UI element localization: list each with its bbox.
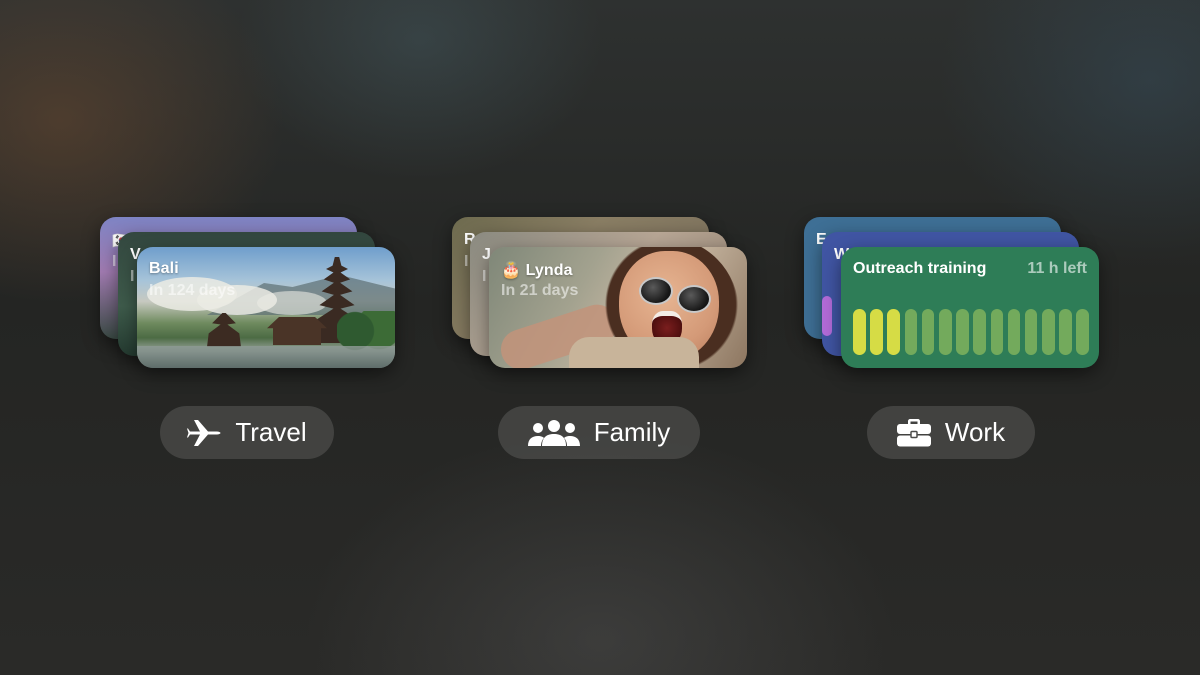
work-card-time-left: 11 h left (1027, 260, 1087, 277)
travel-back-card-1-subtitle: I (112, 253, 117, 270)
progress-bar-segment-todo (1024, 309, 1038, 355)
family-category-label: Family (593, 417, 671, 447)
progress-bar-segment-done (870, 309, 883, 355)
work-category-button[interactable]: Work (867, 406, 1035, 459)
people-icon (527, 419, 580, 447)
progress-bar-segment-todo (921, 309, 935, 355)
travel-back-card-2-subtitle: I (130, 268, 135, 285)
work-front-card[interactable]: Outreach training 11 h left (841, 247, 1099, 368)
progress-bar-segment-done (887, 309, 900, 355)
progress-bar-segment-todo (973, 309, 986, 355)
progress-bar-segment-todo (938, 309, 952, 355)
work-category-label: Work (944, 417, 1006, 447)
family-category-button[interactable]: Family (498, 406, 700, 459)
progress-bar-segment-todo (1076, 309, 1090, 355)
briefcase-icon (896, 418, 931, 447)
progress-bar-segment-done (853, 309, 866, 355)
work-progress-bars (853, 309, 1090, 355)
family-front-card[interactable]: 🎂 Lynda In 21 days (489, 247, 747, 368)
progress-bar-segment-todo (904, 309, 918, 355)
travel-front-card[interactable]: Bali In 124 days (137, 247, 395, 368)
progress-bar-segment-todo (1059, 309, 1072, 355)
work-card-title: Outreach training (853, 260, 987, 277)
work-back-card-accent (822, 296, 832, 336)
family-card-stack[interactable]: R I J I 🎂 Lynda In 21 days (452, 214, 752, 374)
family-back-card-1-subtitle: I (464, 253, 469, 270)
travel-category-label: Travel (235, 417, 307, 447)
family-card-countdown: In 21 days (501, 282, 579, 299)
progress-bar-segment-todo (1007, 309, 1021, 355)
family-back-card-2-subtitle: I (482, 268, 487, 285)
progress-bar-segment-todo (990, 309, 1004, 355)
travel-card-countdown: In 124 days (149, 282, 236, 299)
travel-category-button[interactable]: Travel (160, 406, 334, 459)
work-card-stack[interactable]: E W Outreach training 11 h left (804, 214, 1104, 374)
travel-card-title: Bali (149, 260, 179, 277)
airplane-icon (187, 418, 221, 448)
progress-bar-segment-todo (1042, 309, 1055, 355)
travel-card-stack[interactable]: 🇰🇷 I V I Bali In 124 days (100, 214, 400, 374)
progress-bar-segment-todo (956, 309, 969, 355)
family-card-title: 🎂 Lynda (501, 262, 573, 279)
